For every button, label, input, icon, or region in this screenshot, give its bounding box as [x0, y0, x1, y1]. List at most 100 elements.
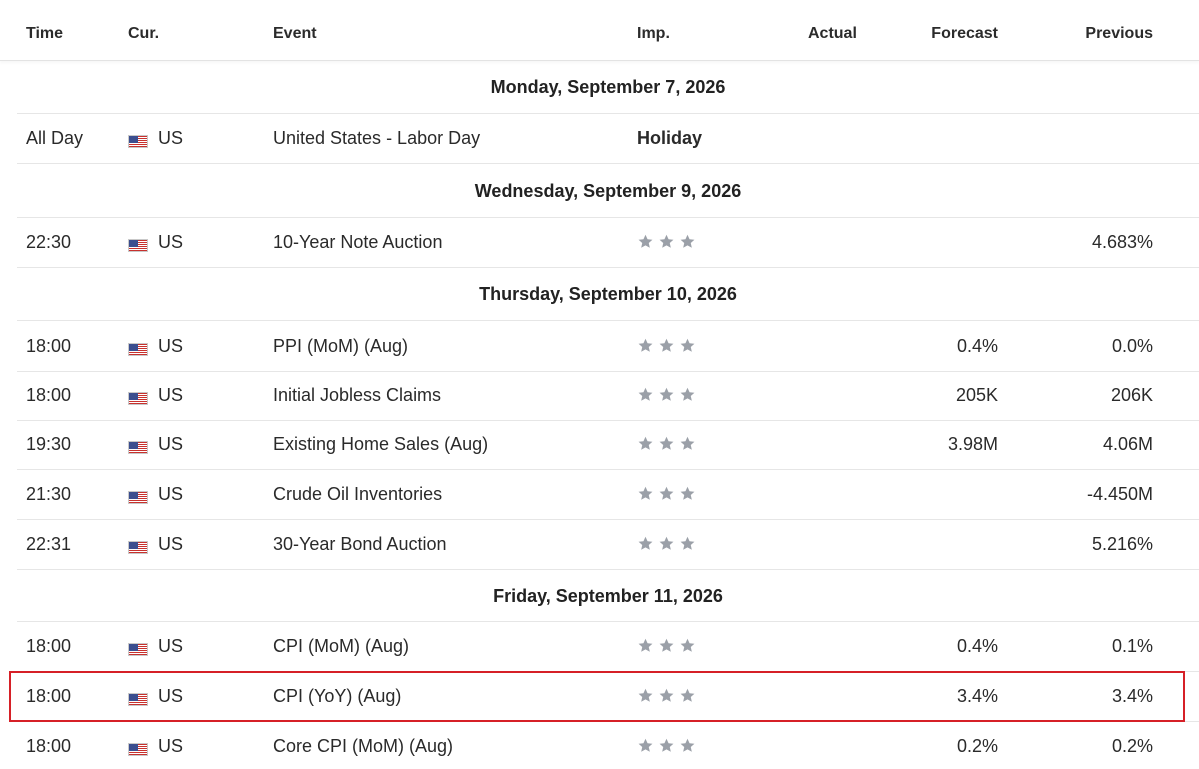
column-header-importance[interactable]: Imp. — [637, 24, 670, 44]
previous-value: -4.450M — [1086, 484, 1153, 504]
us-flag-icon — [128, 487, 148, 509]
us-flag-icon — [128, 135, 148, 148]
currency-code: US — [158, 385, 184, 405]
star-icon — [638, 338, 653, 352]
previous-value: 206K — [1110, 385, 1153, 405]
us-flag-icon — [128, 639, 148, 661]
us-flag-icon — [128, 239, 148, 252]
event-name[interactable]: PPI (MoM) (Aug) — [273, 335, 408, 357]
column-header-event[interactable]: Event — [273, 24, 317, 44]
previous-value: 5.216% — [1091, 534, 1153, 554]
event-name[interactable]: CPI (MoM) (Aug) — [273, 635, 409, 657]
table-row[interactable]: 18:00 US PPI (MoM) (Aug) 0.4% 0.0% — [17, 321, 1199, 372]
star-icon — [659, 738, 674, 752]
day-header-row: Thursday, September 10, 2026 — [17, 268, 1199, 321]
table-row[interactable]: 22:30 US 10-Year Note Auction 4.683% — [17, 217, 1199, 268]
forecast-value: 3.4% — [956, 686, 998, 706]
table-row[interactable]: 18:00 US CPI (YoY) (Aug) 3.4% 3.4% — [17, 671, 1199, 722]
us-flag-icon — [128, 743, 148, 756]
previous-value: 0.2% — [1111, 736, 1153, 756]
star-icon — [680, 234, 695, 248]
event-name[interactable]: 30-Year Bond Auction — [273, 533, 446, 555]
us-flag-icon — [128, 537, 148, 559]
table-row[interactable]: 18:00 US Core CPI (MoM) (Aug) 0.2% 0.2% — [17, 721, 1199, 769]
previous-value: 0.1% — [1111, 636, 1153, 656]
column-header-time[interactable]: Time — [26, 24, 63, 44]
economic-calendar: Time Cur. Event Imp. Actual Forecast Pre… — [0, 0, 1199, 769]
star-icon — [638, 638, 653, 652]
previous-value: 4.683% — [1091, 232, 1153, 252]
event-name[interactable]: Crude Oil Inventories — [273, 483, 442, 505]
event-name[interactable]: Initial Jobless Claims — [273, 384, 441, 406]
importance-stars — [637, 386, 696, 408]
event-name[interactable]: Core CPI (MoM) (Aug) — [273, 735, 453, 757]
importance-stars — [637, 233, 696, 255]
column-header-forecast[interactable]: Forecast — [931, 24, 998, 44]
previous-value: 3.4% — [1111, 686, 1153, 706]
importance-stars — [637, 737, 696, 759]
importance-stars — [637, 337, 696, 359]
star-icon — [638, 387, 653, 401]
forecast-value: 0.2% — [956, 736, 998, 756]
forecast-value: 0.4% — [956, 636, 998, 656]
us-flag-icon — [128, 693, 148, 706]
star-icon — [659, 338, 674, 352]
event-time: 22:30 — [26, 232, 72, 252]
star-icon — [680, 486, 695, 500]
star-icon — [638, 688, 653, 702]
star-icon — [659, 436, 674, 450]
currency-code: US — [158, 128, 184, 148]
table-row[interactable]: 19:30 US Existing Home Sales (Aug) 3.98M 4.0… — [17, 419, 1199, 470]
currency-code: US — [158, 484, 184, 504]
forecast-value: 3.98M — [947, 434, 998, 454]
table-row[interactable]: 22:31 US 30-Year Bond Auction 5.216% — [17, 519, 1199, 570]
table-row[interactable]: All Day US United States - Labor Day Holida… — [17, 113, 1199, 164]
us-flag-icon — [128, 131, 148, 153]
currency-code: US — [158, 232, 184, 252]
column-header-actual[interactable]: Actual — [808, 24, 857, 44]
star-icon — [659, 387, 674, 401]
us-flag-icon — [128, 235, 148, 257]
us-flag-icon — [128, 491, 148, 504]
currency-code: US — [158, 686, 184, 706]
column-header-currency[interactable]: Cur. — [128, 24, 159, 44]
column-header-previous[interactable]: Previous — [1085, 24, 1153, 44]
star-icon — [638, 536, 653, 550]
event-name[interactable]: United States - Labor Day — [273, 127, 480, 149]
previous-value: 0.0% — [1111, 336, 1153, 356]
table-row[interactable]: 18:00 US CPI (MoM) (Aug) 0.4% 0.1% — [17, 621, 1199, 672]
event-name[interactable]: Existing Home Sales (Aug) — [273, 433, 488, 455]
event-time: 18:00 — [26, 686, 72, 706]
importance-stars — [637, 435, 696, 457]
us-flag-icon — [128, 339, 148, 361]
day-label: Monday, September 7, 2026 — [490, 77, 726, 97]
event-name[interactable]: CPI (YoY) (Aug) — [273, 685, 401, 707]
importance-stars — [637, 535, 696, 557]
us-flag-icon — [128, 437, 148, 459]
star-icon — [659, 688, 674, 702]
event-name[interactable]: 10-Year Note Auction — [273, 231, 442, 253]
event-time: 18:00 — [26, 636, 72, 656]
currency-code: US — [158, 736, 184, 756]
event-time: 22:31 — [26, 534, 72, 554]
table-row[interactable]: 18:00 US Initial Jobless Claims 205K 206K — [17, 370, 1199, 421]
us-flag-icon — [128, 739, 148, 761]
star-icon — [638, 486, 653, 500]
event-time: 18:00 — [26, 336, 72, 356]
us-flag-icon — [128, 643, 148, 656]
currency-code: US — [158, 534, 184, 554]
us-flag-icon — [128, 441, 148, 454]
currency-code: US — [158, 636, 184, 656]
forecast-value: 205K — [955, 385, 998, 405]
star-icon — [659, 536, 674, 550]
star-icon — [680, 638, 695, 652]
event-time: 21:30 — [26, 484, 72, 504]
table-row[interactable]: 21:30 US Crude Oil Inventories -4.450M — [17, 469, 1199, 520]
day-header-row: Monday, September 7, 2026 — [17, 61, 1199, 114]
event-time: 19:30 — [26, 434, 72, 454]
importance-stars — [637, 485, 696, 507]
star-icon — [680, 338, 695, 352]
star-icon — [680, 738, 695, 752]
previous-value: 4.06M — [1102, 434, 1153, 454]
star-icon — [659, 234, 674, 248]
